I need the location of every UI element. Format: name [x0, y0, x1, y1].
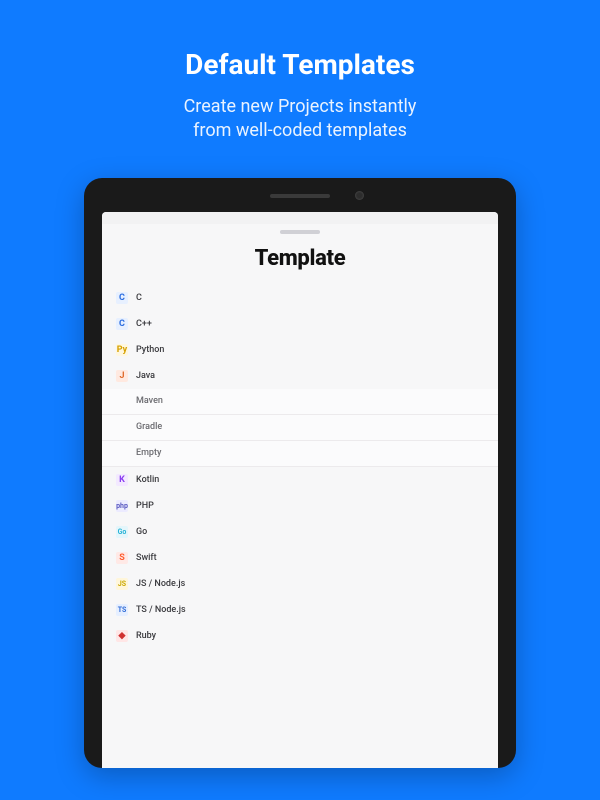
status-bar — [102, 212, 498, 224]
template-row-python[interactable]: Py Python — [102, 337, 498, 363]
kotlin-icon: K — [116, 474, 128, 486]
template-subrow-gradle[interactable]: Gradle — [102, 415, 498, 441]
template-label: Ruby — [136, 631, 156, 641]
template-label: Python — [136, 345, 164, 355]
ts-node-js-icon: TS — [116, 604, 128, 616]
template-row-js-node-js[interactable]: JS JS / Node.js — [102, 571, 498, 597]
template-list: CCCC++PyPythonJJavaMavenGradleEmptyKKotl… — [102, 285, 498, 649]
tablet-speaker — [270, 194, 330, 198]
template-label: C — [136, 293, 142, 303]
template-label: TS / Node.js — [136, 605, 186, 615]
template-label: Kotlin — [136, 475, 159, 485]
template-row-ruby[interactable]: ◆ Ruby — [102, 623, 498, 649]
tablet-frame: Template CCCC++PyPythonJJavaMavenGradleE… — [84, 178, 516, 768]
php-icon: php — [116, 500, 128, 512]
template-label: Java — [136, 371, 155, 381]
promo-sub-line1: Create new Projects instantly — [184, 96, 417, 117]
template-subrow-maven[interactable]: Maven — [102, 389, 498, 415]
sheet-title: Template — [102, 246, 498, 271]
java-icon: J — [116, 370, 128, 382]
template-subrow-empty[interactable]: Empty — [102, 441, 498, 467]
template-row-java[interactable]: J Java — [102, 363, 498, 389]
template-label: C++ — [136, 319, 152, 329]
template-label: Swift — [136, 553, 157, 563]
template-row-go[interactable]: Go Go — [102, 519, 498, 545]
template-row-ts-node-js[interactable]: TS TS / Node.js — [102, 597, 498, 623]
template-row-swift[interactable]: S Swift — [102, 545, 498, 571]
tablet-screen: Template CCCC++PyPythonJJavaMavenGradleE… — [102, 212, 498, 768]
template-row-c[interactable]: CC — [102, 285, 498, 311]
c-icon: C — [116, 292, 128, 304]
template-row-php[interactable]: php PHP — [102, 493, 498, 519]
python-icon: Py — [116, 344, 128, 356]
template-sublabel: Maven — [136, 396, 163, 406]
promo-sub-line2: from well-coded templates — [193, 120, 407, 141]
js-node-js-icon: JS — [116, 578, 128, 590]
template-label: PHP — [136, 501, 154, 511]
ruby-icon: ◆ — [116, 630, 128, 642]
template-row-kotlin[interactable]: K Kotlin — [102, 467, 498, 493]
template-sublabel: Gradle — [136, 422, 162, 432]
c--icon: C — [116, 318, 128, 330]
template-sublabel: Empty — [136, 448, 161, 458]
promo-headline: Default Templates — [185, 48, 415, 81]
template-label: JS / Node.js — [136, 579, 185, 589]
tablet-camera — [355, 191, 364, 200]
template-row-c-[interactable]: C C++ — [102, 311, 498, 337]
promo-subhead: Create new Projects instantly from well-… — [184, 95, 417, 144]
swift-icon: S — [116, 552, 128, 564]
go-icon: Go — [116, 526, 128, 538]
template-label: Go — [136, 527, 147, 537]
sheet-drag-handle[interactable] — [280, 230, 320, 234]
